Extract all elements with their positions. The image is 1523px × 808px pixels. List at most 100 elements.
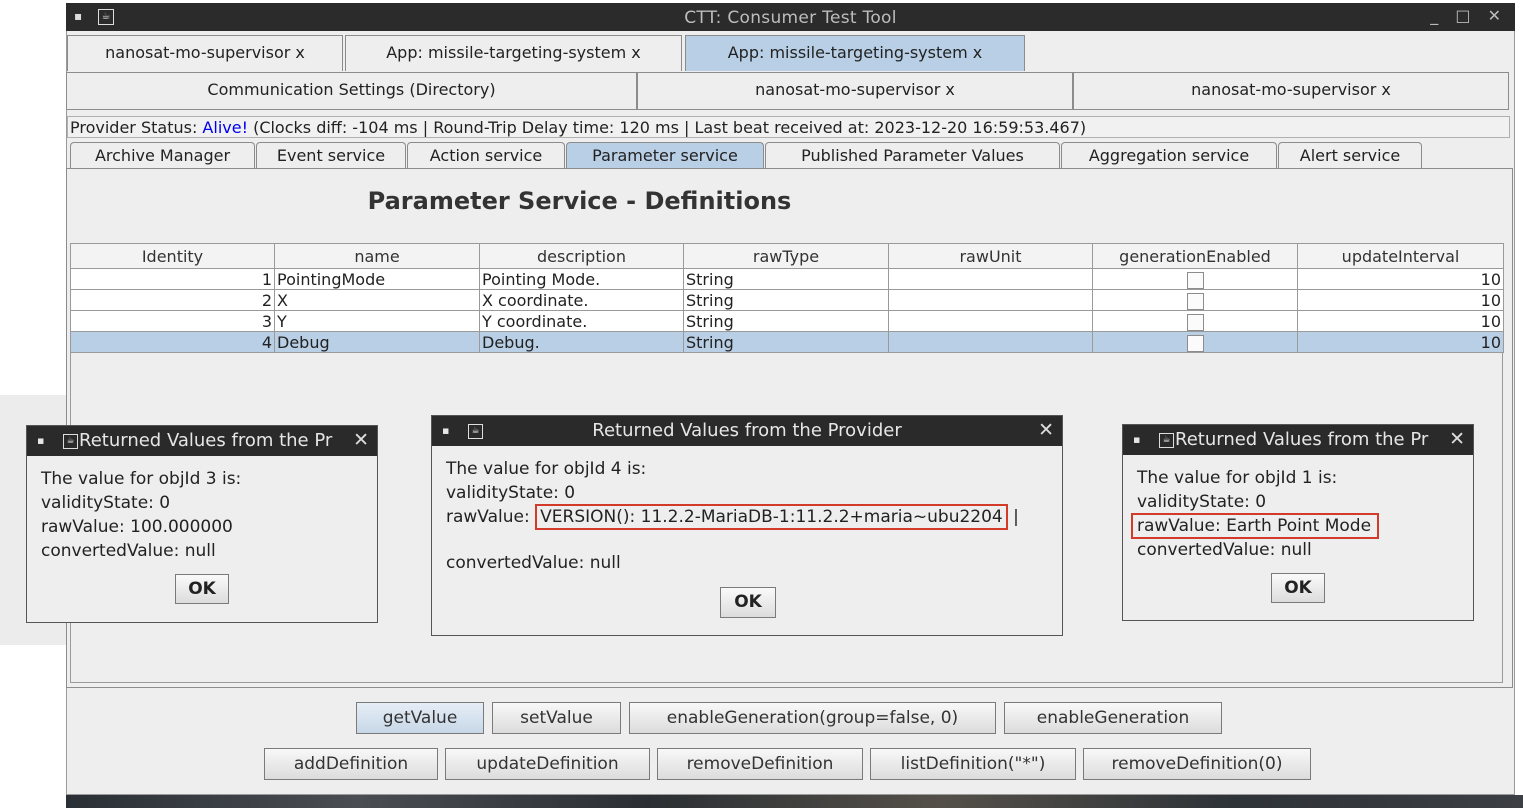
close-icon[interactable]: ✕ [1038,416,1054,445]
table-row-selected[interactable]: 4 Debug Debug. String 10 [70,331,1504,353]
message-line: convertedValue: null [1137,540,1312,560]
set-value-button[interactable]: setValue [492,702,621,734]
dialog-message: The value for objId 1 is: validityState:… [1131,466,1380,562]
message-line: rawValue: 100.000000 [41,517,233,537]
message-line: The value for objId 1 is: [1137,468,1338,488]
window-controls[interactable]: _ □ ✕ [1430,6,1507,25]
status-alive: Alive! [202,118,248,137]
update-definition-button[interactable]: updateDefinition [445,748,650,780]
dialog-title: Returned Values from the Pr [1175,429,1429,450]
status-prefix: Provider Status: [70,118,203,137]
dialog-message: The value for objId 4 is: validityState:… [446,457,1019,575]
tab-aggregation-service[interactable]: Aggregation service [1061,142,1277,168]
header-rawtype[interactable]: rawType [683,243,889,269]
remove-definition-zero-button[interactable]: removeDefinition(0) [1083,748,1311,780]
cell-update-interval: 10 [1297,268,1504,290]
ok-button[interactable]: OK [720,587,776,618]
status-details: (Clocks diff: -104 ms | Round-Trip Delay… [247,118,1087,137]
cell-rawtype: String [683,268,889,290]
message-line: The value for objId 4 is: [446,459,647,479]
header-rawunit[interactable]: rawUnit [888,243,1093,269]
button-row-1: getValue setValue enableGeneration(group… [0,702,1523,736]
close-icon[interactable]: ✕ [1449,425,1465,454]
cell-name: X [274,289,480,311]
ok-button[interactable]: OK [1271,573,1325,603]
cell-name: PointingMode [274,268,480,290]
cell-description: Debug. [479,331,684,353]
remove-definition-button[interactable]: removeDefinition [657,748,863,780]
tab-missile-targeting-system-1[interactable]: App: missile-targeting-system x [345,35,682,71]
generation-enabled-checkbox[interactable] [1186,271,1204,289]
dialog-returned-values-left[interactable]: ▪ ☕ Returned Values from the Pr ✕ The va… [26,425,378,623]
definitions-table[interactable]: Identity name description rawType rawUni… [70,243,1504,353]
ok-button[interactable]: OK [175,574,229,604]
header-identity[interactable]: Identity [70,243,275,269]
java-app-icon: ☕ [63,434,78,449]
cell-rawtype: String [683,310,889,332]
message-line: rawValue: VERSION(): 11.2.2-MariaDB-1:11… [446,504,1019,530]
add-definition-button[interactable]: addDefinition [264,748,438,780]
dialog-titlebar[interactable]: ▪ ☕ Returned Values from the Provider ✕ [432,416,1062,446]
header-name[interactable]: name [274,243,480,269]
cell-update-interval: 10 [1297,289,1504,311]
list-definition-button[interactable]: listDefinition("*") [870,748,1076,780]
header-description[interactable]: description [479,243,684,269]
table-header-row: Identity name description rawType rawUni… [70,243,1504,269]
cell-description: Y coordinate. [479,310,684,332]
tab-action-service[interactable]: Action service [407,142,565,168]
message-line: convertedValue: null [41,541,216,561]
cell-identity: 3 [70,310,275,332]
message-line: convertedValue: null [446,553,621,573]
generation-enabled-checkbox[interactable] [1186,334,1204,352]
dialog-returned-values-right[interactable]: ▪ ☕ Returned Values from the Pr ✕ The va… [1122,424,1474,621]
cell-rawtype: String [683,289,889,311]
tab-alert-service[interactable]: Alert service [1278,142,1422,168]
table-row[interactable]: 1 PointingMode Pointing Mode. String 10 [70,268,1504,290]
raw-value-highlight: VERSION(): 11.2.2-MariaDB-1:11.2.2+maria… [535,504,1008,530]
dialog-menu-icon[interactable]: ▪ [37,426,44,455]
close-icon[interactable]: ✕ [353,426,369,455]
tab-nanosat-mo-supervisor[interactable]: nanosat-mo-supervisor x [67,35,343,71]
table-row[interactable]: 3 Y Y coordinate. String 10 [70,310,1504,332]
enable-generation-button[interactable]: enableGeneration [1004,702,1222,734]
raw-value-highlight: rawValue: Earth Point Mode [1131,513,1380,539]
header-update-interval[interactable]: updateInterval [1297,243,1504,269]
tab-communication-settings[interactable]: Communication Settings (Directory) [66,72,637,110]
tab-archive-manager[interactable]: Archive Manager [70,142,255,168]
window-titlebar[interactable]: ▪ ☕ CTT: Consumer Test Tool _ □ ✕ [66,3,1515,31]
dialog-titlebar[interactable]: ▪ ☕ Returned Values from the Pr ✕ [1123,425,1473,455]
generation-enabled-checkbox[interactable] [1186,292,1204,310]
enable-generation-group-button[interactable]: enableGeneration(group=false, 0) [629,702,996,734]
cell-rawunit [888,331,1093,353]
raw-value-label: rawValue: [446,507,536,527]
desktop-wallpaper [66,795,1523,808]
button-row-2: addDefinition updateDefinition removeDef… [0,748,1523,782]
cell-rawtype: String [683,331,889,353]
cell-rawunit [888,289,1093,311]
tab-missile-targeting-system-2[interactable]: App: missile-targeting-system x [685,35,1025,71]
cell-description: Pointing Mode. [479,268,684,290]
cell-rawunit [888,268,1093,290]
java-app-icon: ☕ [1159,433,1174,448]
generation-enabled-checkbox[interactable] [1186,313,1204,331]
tab-nanosat-mo-supervisor-3[interactable]: nanosat-mo-supervisor x [1073,72,1509,110]
dialog-returned-values-center[interactable]: ▪ ☕ Returned Values from the Provider ✕ … [431,415,1063,636]
cell-identity: 4 [70,331,275,353]
message-line: The value for objId 3 is: [41,469,242,489]
cell-identity: 1 [70,268,275,290]
window-title: CTT: Consumer Test Tool [684,8,897,28]
get-value-button[interactable]: getValue [356,702,484,734]
dialog-titlebar[interactable]: ▪ ☕ Returned Values from the Pr ✕ [27,426,377,456]
tab-nanosat-mo-supervisor-2[interactable]: nanosat-mo-supervisor x [637,72,1073,110]
dialog-menu-icon[interactable]: ▪ [1133,425,1140,454]
dialog-title: Returned Values from the Provider [592,420,902,441]
tab-event-service[interactable]: Event service [256,142,406,168]
header-generation-enabled[interactable]: generationEnabled [1092,243,1298,269]
message-line: validityState: 0 [1137,492,1267,512]
cell-identity: 2 [70,289,275,311]
tab-parameter-service[interactable]: Parameter service [566,142,764,168]
table-row[interactable]: 2 X X coordinate. String 10 [70,289,1504,311]
cell-generation-enabled [1092,310,1298,332]
tab-published-parameter-values[interactable]: Published Parameter Values [765,142,1060,168]
